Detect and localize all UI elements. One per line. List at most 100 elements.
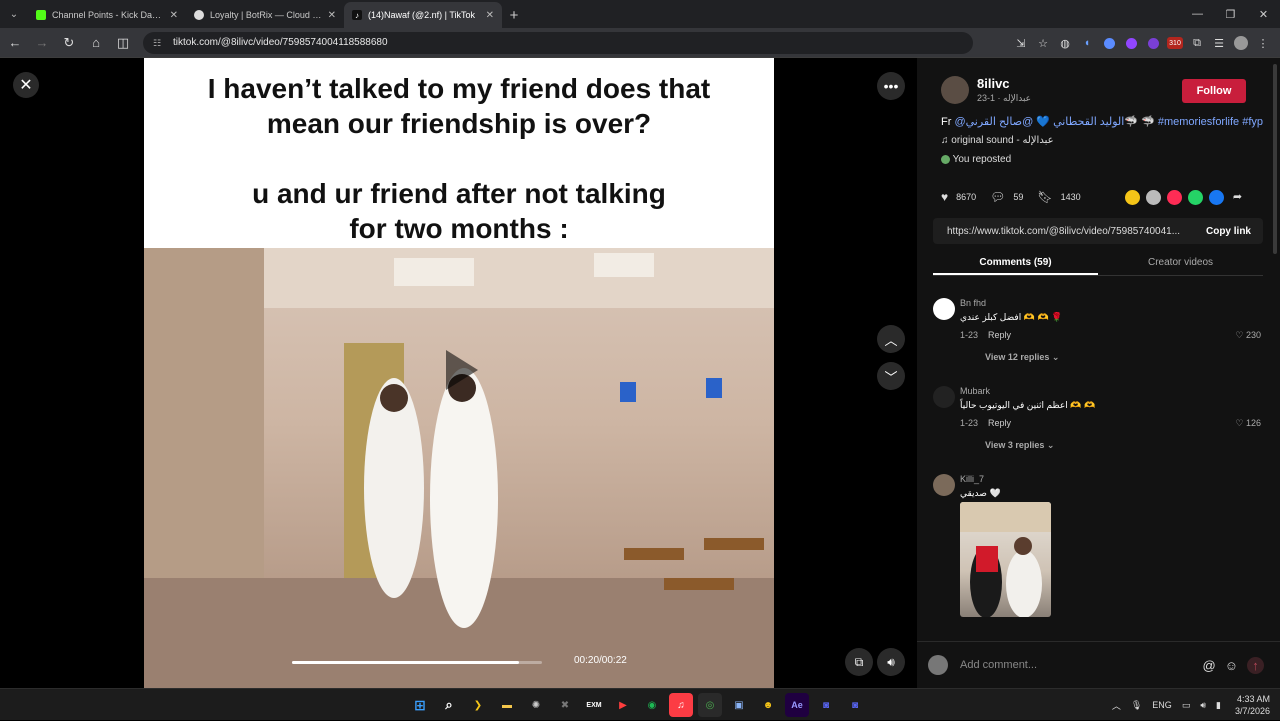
extension-purple-icon[interactable] [1120,32,1142,54]
site-info-icon[interactable]: ☷ [153,38,165,48]
xbox-icon[interactable]: ✖ [553,693,577,717]
tab-comments[interactable]: Comments (59) [933,252,1098,275]
more-options-icon[interactable]: ••• [877,72,905,100]
browser-tab-tiktok[interactable]: ♪ (14)Nawaf (@2.nf) | TikTok ✕ [344,2,502,28]
close-window-icon[interactable]: ✕ [1247,0,1280,28]
author-avatar[interactable] [941,76,969,104]
snipping-icon[interactable]: ▣ [727,693,751,717]
desc-mentions[interactable]: @الوليد القحطاني 💙 @صالح القرني🦈 🦈 [954,116,1154,128]
share-facebook-icon[interactable] [1209,190,1224,205]
emoji-icon[interactable]: ☺ [1225,658,1238,673]
browser-menu-icon[interactable]: ⋮ [1252,32,1274,54]
share-embed-icon[interactable] [1146,190,1161,205]
video-progress-bar[interactable] [292,661,542,664]
browser-tab-botrix[interactable]: Loyalty | BotRix — Cloud Stream ✕ [186,2,344,28]
extension-glasses-icon[interactable]: ◍ [1054,32,1076,54]
share-whatsapp-icon[interactable] [1188,190,1203,205]
comment-like[interactable]: ♡ 126 [1235,418,1261,429]
panel-scrollbar[interactable] [1273,64,1277,254]
bookmark-star-icon[interactable]: ☆ [1032,32,1054,54]
reload-icon[interactable]: ↻ [57,31,81,55]
extension-twitch-icon[interactable] [1142,32,1164,54]
address-bar[interactable]: ☷ tiktok.com/@8ilivc/video/7598574004118… [143,31,973,54]
minimize-icon[interactable]: — [1181,0,1214,28]
network-icon[interactable]: ▭ [1182,700,1191,711]
commenter-avatar[interactable] [933,474,955,496]
tab-search-menu-icon[interactable]: ⌄ [0,0,28,28]
emoji-app-icon[interactable]: ☻ [756,693,780,717]
author-username[interactable]: 8ilivc [977,76,1031,91]
commenter-username[interactable]: Killi_7 [960,474,984,484]
tab-close-icon[interactable]: ✕ [328,10,336,21]
play-icon[interactable] [444,348,480,392]
commenter-username[interactable]: Bn fhd [960,298,986,308]
view-replies-button[interactable]: View 12 replies ⌄ [985,352,1059,363]
discord-icon[interactable]: ◙ [814,693,838,717]
commenter-avatar[interactable] [933,298,955,320]
comment-like[interactable]: ♡ 230 [1235,330,1261,341]
microphone-icon[interactable]: 🎙︎ [1131,700,1142,711]
speaker-icon[interactable]: 🔊︎ [1200,700,1206,711]
tray-overflow-icon[interactable]: ︿ [1112,699,1121,712]
chatgpt-icon[interactable]: ✺ [524,693,548,717]
pip-icon[interactable]: ⧉ [845,648,873,676]
after-effects-icon[interactable]: Ae [785,693,809,717]
search-icon[interactable]: ⌕ [437,693,461,717]
share-more-icon[interactable]: ➦ [1230,190,1245,205]
share-friends-icon[interactable] [1167,190,1182,205]
home-icon[interactable]: ⌂ [84,31,108,55]
youtube-icon[interactable]: ▶ [611,693,635,717]
like-stat[interactable]: ♥ 8670 [941,190,976,204]
follow-button[interactable]: Follow [1182,79,1246,103]
maximize-icon[interactable]: ❐ [1214,0,1247,28]
copy-link-button[interactable]: Copy link [1206,226,1251,237]
extensions-puzzle-icon[interactable]: ⧉ [1186,32,1208,54]
forward-icon[interactable]: → [30,31,54,55]
tab-creator-videos[interactable]: Creator videos [1098,252,1263,275]
chrome-icon[interactable]: ◎ [698,693,722,717]
commenter-avatar[interactable] [933,386,955,408]
mention-icon[interactable]: @ [1203,658,1216,673]
battery-icon[interactable]: ▮ [1216,700,1221,711]
previous-video-icon[interactable]: ︿ [877,325,905,353]
profile-avatar[interactable] [1230,32,1252,54]
commenter-username[interactable]: Mubark [960,386,990,396]
save-stat[interactable]: 🔖︎ 1430 [1037,190,1080,204]
volume-icon[interactable]: 🔊︎ [877,648,905,676]
extension-badge-icon[interactable]: 310 [1167,37,1183,49]
plex-icon[interactable]: ❯ [466,693,490,717]
share-snapchat-icon[interactable] [1125,190,1140,205]
discord-ptb-icon[interactable]: ◙ [843,693,867,717]
author-info[interactable]: 8ilivc عبدالإله · 1-23 [941,76,1031,104]
next-video-icon[interactable]: ﹀ [877,362,905,390]
sidebar-icon[interactable]: ◫ [111,31,135,55]
new-tab-icon[interactable]: + [502,2,526,28]
file-explorer-icon[interactable]: ▬ [495,693,519,717]
reply-button[interactable]: Reply [988,418,1011,428]
back-icon[interactable]: ← [3,31,27,55]
view-replies-button[interactable]: View 3 replies ⌄ [985,440,1054,451]
install-app-icon[interactable]: ⇲ [1010,32,1032,54]
extension-blue-icon[interactable] [1098,32,1120,54]
language-indicator[interactable]: ENG [1152,700,1172,710]
start-icon[interactable]: ⊞ [408,693,432,717]
reading-list-icon[interactable]: ☰ [1208,32,1230,54]
desc-hashtags[interactable]: #memoriesforlife #fyp [1158,116,1263,128]
sound-link[interactable]: ♫ original sound - عبدالإله [941,135,1054,146]
tab-close-icon[interactable]: ✕ [486,10,494,21]
send-icon[interactable]: ↑ [1247,656,1264,674]
window-controls: — ❐ ✕ [1181,0,1280,28]
comment-stat[interactable]: 💬︎ 59 [990,190,1023,204]
comment-image[interactable] [960,502,1051,617]
spotify-icon[interactable]: ◉ [640,693,664,717]
exm-icon[interactable]: EXM [582,693,606,717]
comment-input[interactable]: Add comment... [960,659,1037,671]
video-player[interactable]: I haven’t talked to my friend does that … [144,58,774,688]
close-video-icon[interactable]: ✕ [13,72,39,98]
browser-tab-kick[interactable]: Channel Points - Kick Dashboard ✕ [28,2,186,28]
tab-close-icon[interactable]: ✕ [170,10,178,21]
reply-button[interactable]: Reply [988,330,1011,340]
extension-audio-icon[interactable]: ◖ [1076,32,1098,54]
music-icon[interactable]: ♫ [669,693,693,717]
clock[interactable]: 4:33 AM 3/7/2026 [1235,693,1270,717]
